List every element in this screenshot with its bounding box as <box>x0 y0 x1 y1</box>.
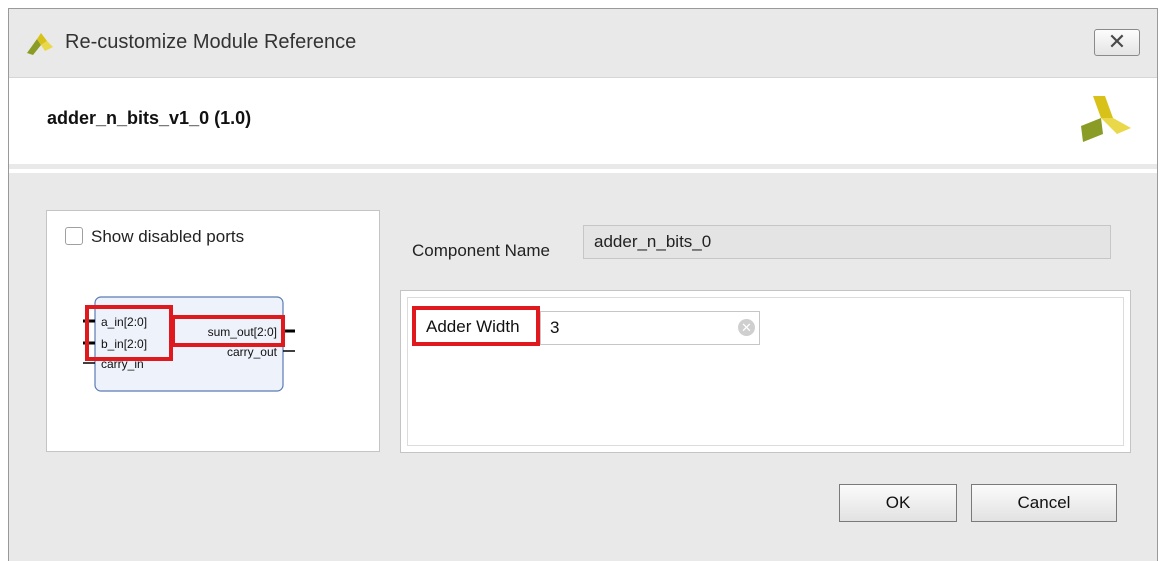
ip-symbol-panel: Show disabled ports a_in[2:0] b_in[2:0] … <box>46 210 380 452</box>
cancel-button[interactable]: Cancel <box>971 484 1117 522</box>
show-disabled-ports-label: Show disabled ports <box>91 227 245 246</box>
component-name-label: Component Name <box>412 241 550 260</box>
ok-button[interactable]: OK <box>839 484 957 522</box>
port-label-b-in: b_in[2:0] <box>101 337 147 351</box>
port-label-a-in: a_in[2:0] <box>101 315 147 329</box>
window-title: Re-customize Module Reference <box>65 31 357 53</box>
header-banner: adder_n_bits_v1_0 (1.0) <box>9 77 1157 164</box>
adder-width-input[interactable]: 3 <box>540 311 760 345</box>
adder-width-highlight: Adder Width <box>412 306 540 346</box>
component-name-field: adder_n_bits_0 <box>583 225 1111 259</box>
ip-block-symbol: a_in[2:0] b_in[2:0] carry_in sum_out[2:0… <box>83 296 295 392</box>
port-label-sum-out: sum_out[2:0] <box>208 325 277 339</box>
port-label-carry-out: carry_out <box>227 345 278 359</box>
xilinx-logo-icon <box>1081 96 1131 142</box>
adder-width-label: Adder Width <box>426 317 520 336</box>
close-icon: ✕ <box>1107 29 1127 54</box>
recustomize-dialog: Re-customize Module Reference ✕ adder_n_… <box>8 8 1158 561</box>
module-title: adder_n_bits_v1_0 (1.0) <box>47 108 252 128</box>
xilinx-logo-icon <box>27 33 53 55</box>
clear-icon[interactable]: ✕ <box>738 319 755 336</box>
close-button[interactable]: ✕ <box>1094 29 1140 56</box>
show-disabled-ports-checkbox[interactable] <box>65 227 83 245</box>
header-separator <box>9 169 1157 173</box>
title-bar: Re-customize Module Reference ✕ <box>9 9 1157 77</box>
